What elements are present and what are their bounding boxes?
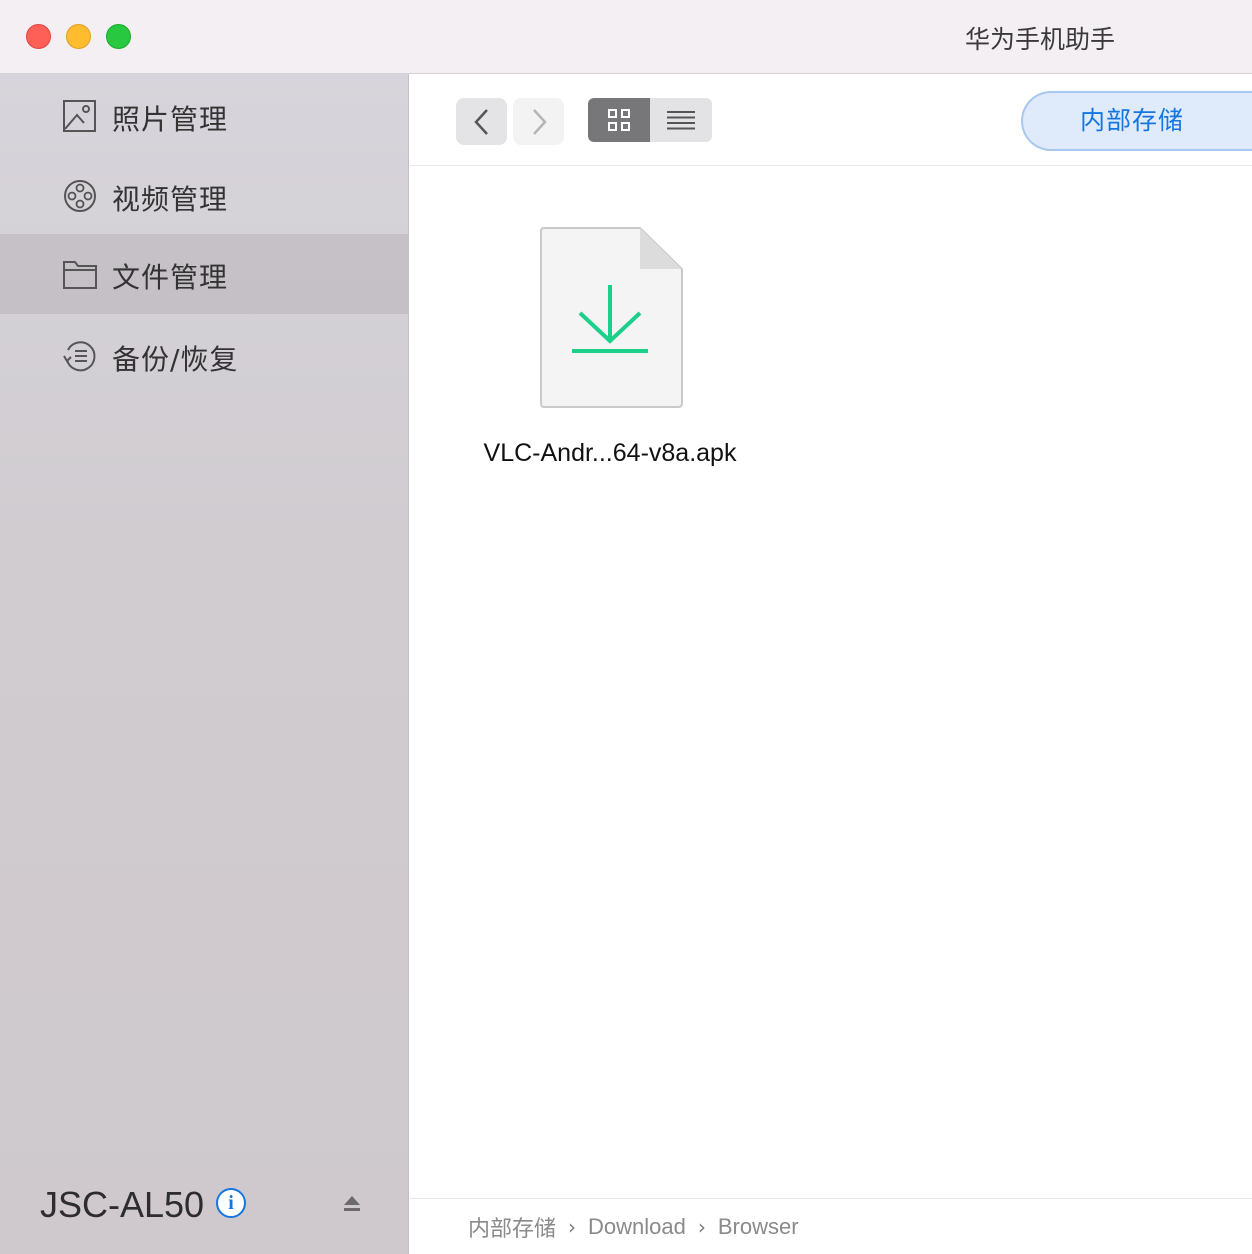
view-mode-toggle bbox=[588, 98, 712, 142]
file-browser: VLC-Andr...64-v8a.apk bbox=[410, 167, 1252, 1197]
breadcrumb-separator-icon: › bbox=[568, 1214, 577, 1239]
title-bar: 华为手机助手 bbox=[0, 0, 1252, 74]
backup-restore-icon bbox=[63, 341, 96, 372]
chevron-right-icon bbox=[532, 108, 547, 135]
sidebar-item-backup[interactable]: 备份/恢复 bbox=[0, 316, 408, 396]
forward-button[interactable] bbox=[513, 98, 564, 145]
window-title: 华为手机助手 bbox=[964, 25, 1115, 54]
chevron-left-icon bbox=[473, 108, 488, 135]
folder-icon bbox=[63, 261, 97, 289]
grid-icon bbox=[608, 109, 630, 131]
breadcrumb: 内部存储 › Download › Browser bbox=[410, 1198, 1252, 1254]
eject-icon[interactable] bbox=[340, 1192, 364, 1216]
sidebar-item-label: 视频管理 bbox=[112, 183, 229, 216]
file-name: VLC-Andr...64-v8a.apk bbox=[483, 439, 737, 467]
sidebar-item-files[interactable]: 文件管理 bbox=[0, 234, 408, 314]
close-window-button[interactable] bbox=[26, 24, 51, 49]
device-info-button[interactable]: i bbox=[216, 1188, 246, 1218]
sidebar-item-videos[interactable]: 视频管理 bbox=[0, 156, 408, 236]
list-view-button[interactable] bbox=[650, 98, 712, 142]
sidebar-item-label: 文件管理 bbox=[112, 261, 229, 294]
minimize-window-button[interactable] bbox=[66, 24, 91, 49]
breadcrumb-item-download[interactable]: Download bbox=[588, 1214, 686, 1240]
device-name: JSC-AL50 bbox=[40, 1184, 205, 1225]
breadcrumb-separator-icon: › bbox=[697, 1214, 706, 1239]
internal-storage-button[interactable]: 内部存储 bbox=[1021, 91, 1252, 151]
breadcrumb-item-storage[interactable]: 内部存储 bbox=[468, 1211, 556, 1243]
file-item[interactable]: VLC-Andr...64-v8a.apk bbox=[450, 227, 770, 487]
zoom-window-button[interactable] bbox=[106, 24, 131, 49]
list-icon bbox=[667, 111, 695, 130]
sidebar-item-label: 备份/恢复 bbox=[112, 343, 239, 376]
breadcrumb-item-browser[interactable]: Browser bbox=[718, 1214, 799, 1240]
sidebar-item-photos[interactable]: 照片管理 bbox=[0, 76, 408, 156]
sidebar-item-label: 照片管理 bbox=[112, 103, 229, 136]
download-file-icon bbox=[540, 227, 683, 408]
sidebar: 照片管理 视频管理 文件管理 备份/恢复 JSC-AL50 i bbox=[0, 74, 409, 1254]
video-reel-icon bbox=[64, 180, 96, 212]
toolbar: 内部存储 bbox=[410, 74, 1252, 166]
grid-view-button[interactable] bbox=[588, 98, 650, 142]
photo-icon bbox=[63, 100, 96, 132]
back-button[interactable] bbox=[456, 98, 507, 145]
